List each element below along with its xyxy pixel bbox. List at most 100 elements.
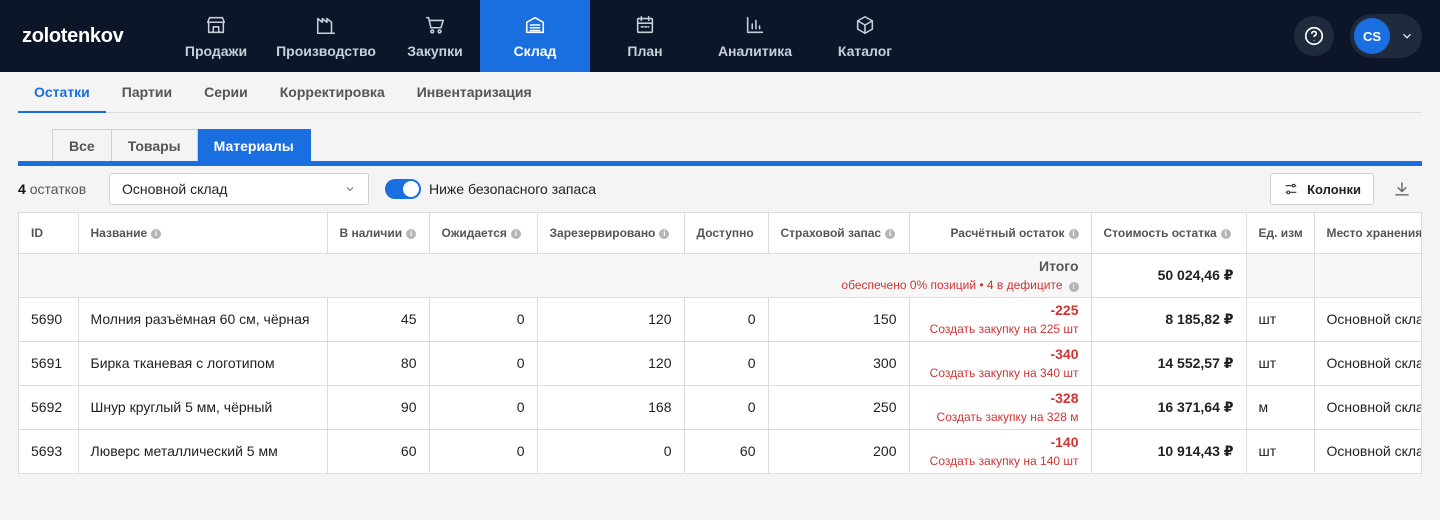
- cell-unit: м: [1246, 385, 1315, 430]
- totals-cell: Итого обеспечено 0% позиций • 4 в дефици…: [19, 253, 1092, 298]
- download-icon: [1395, 182, 1409, 196]
- download-button[interactable]: [1390, 177, 1414, 201]
- create-purchase-link[interactable]: Создать закупку на 340 шт: [922, 366, 1079, 380]
- chevron-down-icon: [1403, 33, 1411, 39]
- cell-safety-stock: 300: [768, 341, 910, 386]
- nav-item-label: Аналитика: [717, 43, 793, 59]
- column-header-id[interactable]: ID: [19, 213, 79, 254]
- cell-name[interactable]: Люверс металлический 5 мм: [78, 429, 328, 473]
- cell-location: Основной склад: [1314, 341, 1421, 386]
- box-icon: [853, 13, 877, 37]
- nav-item-label: Производство: [276, 43, 376, 59]
- main-nav: Продажи Производство Закупки Склад План …: [170, 0, 920, 72]
- table-row[interactable]: 5692 Шнур круглый 5 мм, чёрный 90 0 168 …: [19, 385, 1421, 430]
- nav-item-sales[interactable]: Продажи: [170, 0, 262, 72]
- cell-calculated: -140 Создать закупку на 140 шт: [909, 429, 1092, 473]
- cell-name[interactable]: Бирка тканевая с логотипом: [78, 341, 328, 386]
- nav-item-purchases[interactable]: Закупки: [390, 0, 480, 72]
- user-menu-button[interactable]: CS: [1350, 14, 1422, 58]
- info-icon: i: [510, 228, 521, 239]
- bar-chart-icon: [743, 13, 767, 37]
- info-icon: i: [1220, 228, 1231, 239]
- top-right-controls: CS: [1294, 14, 1422, 58]
- cell-in-stock: 45: [327, 297, 430, 342]
- cell-in-stock: 60: [327, 429, 430, 473]
- column-header-name[interactable]: Название i: [78, 213, 328, 254]
- table-row[interactable]: 5691 Бирка тканевая с логотипом 80 0 120…: [19, 341, 1421, 386]
- cell-location: Основной склад: [1314, 297, 1421, 342]
- cell-value: 16 371,64 ₽: [1091, 385, 1247, 430]
- avatar: CS: [1354, 18, 1390, 54]
- nav-item-analytics[interactable]: Аналитика: [700, 0, 810, 72]
- nav-item-label: Склад: [513, 43, 557, 59]
- cell-value: 14 552,57 ₽: [1091, 341, 1247, 386]
- column-header-expected[interactable]: Ожидается i: [429, 213, 538, 254]
- subtab-series[interactable]: Серии: [188, 72, 264, 112]
- calendar-icon: [633, 13, 657, 37]
- subtab-batches[interactable]: Партии: [106, 72, 188, 112]
- cell-safety-stock: 200: [768, 429, 910, 473]
- create-purchase-link[interactable]: Создать закупку на 328 м: [922, 410, 1079, 424]
- deficit-value: -140: [1050, 434, 1079, 451]
- cell-unit: шт: [1246, 341, 1315, 386]
- cell-id: 5692: [19, 385, 79, 430]
- column-header-in-stock[interactable]: В наличии i: [327, 213, 430, 254]
- create-purchase-link[interactable]: Создать закупку на 140 шт: [922, 454, 1079, 468]
- nav-item-warehouse[interactable]: Склад: [480, 0, 590, 72]
- table-row[interactable]: 5690 Молния разъёмная 60 см, чёрная 45 0…: [19, 297, 1421, 342]
- create-purchase-link[interactable]: Создать закупку на 225 шт: [922, 322, 1079, 336]
- subtab-stock[interactable]: Остатки: [18, 72, 106, 113]
- toolbar: 4 остатков Основной склад Ниже безопасно…: [18, 166, 1422, 212]
- info-icon: i: [1068, 282, 1079, 292]
- below-safety-toggle[interactable]: [385, 179, 421, 199]
- nav-item-plan[interactable]: План: [590, 0, 700, 72]
- cell-calculated: -225 Создать закупку на 225 шт: [909, 297, 1092, 342]
- cell-unit: шт: [1246, 429, 1315, 473]
- deficit-value: -328: [1050, 390, 1079, 406]
- column-header-safety-stock[interactable]: Страховой запас i: [768, 213, 910, 254]
- nav-item-label: План: [627, 43, 663, 59]
- segment-all[interactable]: Все: [52, 129, 112, 161]
- help-button[interactable]: [1294, 16, 1334, 56]
- info-icon: i: [885, 228, 896, 239]
- nav-item-catalog[interactable]: Каталог: [810, 0, 920, 72]
- cell-available: 0: [684, 385, 769, 430]
- deficit-value: -225: [1050, 302, 1079, 318]
- totals-row: Итого обеспечено 0% позиций • 4 в дефици…: [19, 253, 1421, 298]
- cell-reserved: 168: [537, 385, 685, 430]
- nav-item-production[interactable]: Производство: [262, 0, 390, 72]
- cart-icon: [423, 13, 447, 37]
- warehouse-select[interactable]: Основной склад: [109, 173, 369, 205]
- cell-name[interactable]: Молния разъёмная 60 см, чёрная: [78, 297, 328, 342]
- cell-in-stock: 90: [327, 385, 430, 430]
- info-icon: i: [1068, 228, 1079, 239]
- columns-button[interactable]: Колонки: [1270, 173, 1374, 205]
- column-header-unit[interactable]: Ед. изм: [1246, 213, 1315, 254]
- chevron-down-icon: [346, 187, 354, 192]
- cell-expected: 0: [429, 429, 538, 473]
- warehouse-icon: [523, 13, 547, 37]
- stock-table: ID Название i В наличии i Ожидается i Зарез…: [18, 212, 1422, 474]
- column-header-value[interactable]: Стоимость остатка i: [1091, 213, 1247, 254]
- column-header-location[interactable]: Место хранения: [1314, 213, 1421, 254]
- column-header-available[interactable]: Доступно: [684, 213, 769, 254]
- help-icon: [1304, 26, 1324, 46]
- segment-materials[interactable]: Материалы: [197, 129, 311, 161]
- column-header-reserved[interactable]: Зарезервировано i: [537, 213, 685, 254]
- subtab-inventory[interactable]: Инвентаризация: [401, 72, 548, 112]
- deficit-value: -340: [1050, 346, 1079, 362]
- app-logo[interactable]: zolotenkov: [0, 0, 170, 72]
- subtab-adjustment[interactable]: Корректировка: [264, 72, 401, 112]
- factory-icon: [314, 13, 338, 37]
- totals-summary: обеспечено 0% позиций • 4 в дефиците i: [31, 278, 1079, 292]
- table-row[interactable]: 5693 Люверс металлический 5 мм 60 0 0 60…: [19, 429, 1421, 473]
- cell-available: 60: [684, 429, 769, 473]
- totals-label: Итого: [1039, 258, 1079, 274]
- subtabs: Остатки Партии Серии Корректировка Инвен…: [18, 72, 1422, 113]
- nav-item-label: Каталог: [837, 43, 893, 59]
- segment-products[interactable]: Товары: [111, 129, 198, 161]
- warehouse-select-value: Основной склад: [122, 181, 228, 197]
- column-header-calculated[interactable]: Расчётный остаток i: [909, 213, 1092, 254]
- cell-name[interactable]: Шнур круглый 5 мм, чёрный: [78, 385, 328, 430]
- cell-id: 5690: [19, 297, 79, 342]
